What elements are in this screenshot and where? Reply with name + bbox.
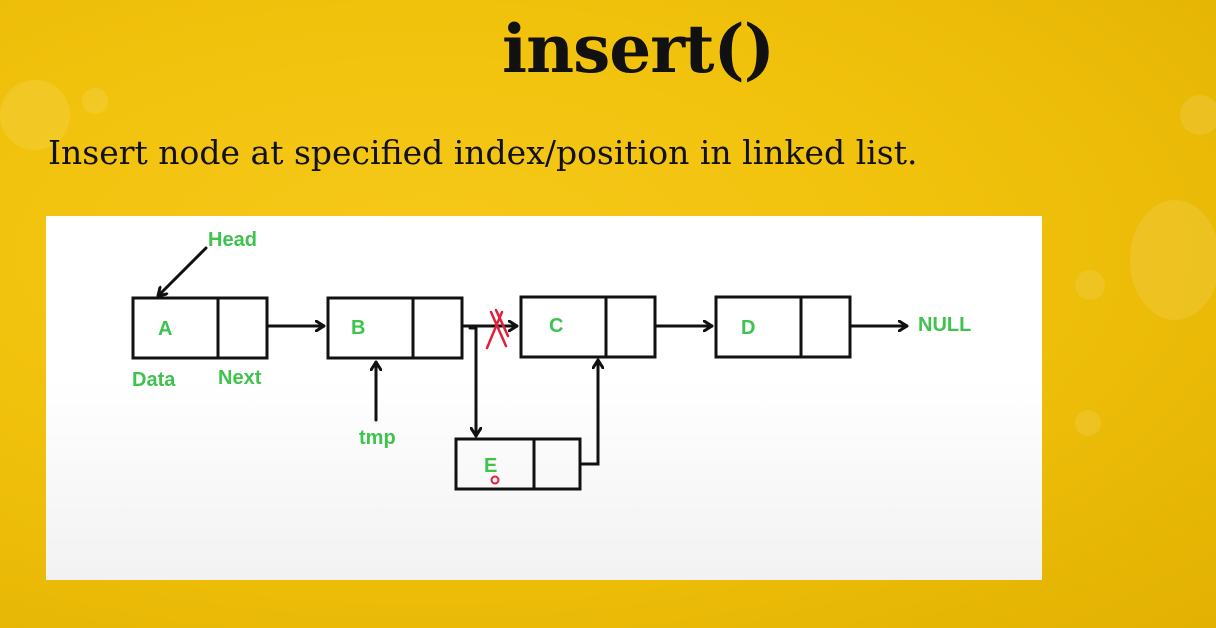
node-b-label: B bbox=[351, 317, 365, 339]
bokeh-light bbox=[82, 88, 108, 114]
node-a bbox=[131, 296, 269, 360]
removed-link-cross bbox=[485, 308, 510, 350]
node-b bbox=[326, 296, 464, 360]
node-d bbox=[714, 295, 852, 359]
slide-subtitle: Insert node at specified index/position … bbox=[48, 133, 918, 172]
tmp-label: tmp bbox=[359, 427, 396, 449]
next-label: Next bbox=[218, 367, 262, 389]
node-e bbox=[454, 437, 582, 491]
link-e-c bbox=[578, 358, 598, 466]
node-c-label: C bbox=[549, 315, 563, 337]
cursor-dot-icon bbox=[490, 475, 500, 485]
node-e-label: E bbox=[484, 455, 497, 477]
bokeh-light bbox=[1075, 270, 1105, 300]
bokeh-light bbox=[1075, 410, 1101, 436]
bokeh-light bbox=[1180, 95, 1216, 135]
head-label: Head bbox=[208, 229, 257, 251]
node-a-label: A bbox=[158, 318, 172, 340]
slide-title: insert() bbox=[502, 10, 775, 88]
link-b-e bbox=[468, 326, 476, 438]
data-label: Data bbox=[132, 369, 176, 391]
linked-list-diagram: Head A B C D E NULL Data Next tmp bbox=[131, 229, 971, 491]
bokeh-light bbox=[1130, 200, 1216, 320]
node-c bbox=[519, 295, 657, 359]
head-arrow bbox=[156, 246, 208, 298]
node-d-label: D bbox=[741, 317, 755, 339]
null-label: NULL bbox=[918, 314, 971, 336]
diagram-panel: Head A B C D E NULL Data Next tmp bbox=[46, 216, 1042, 580]
